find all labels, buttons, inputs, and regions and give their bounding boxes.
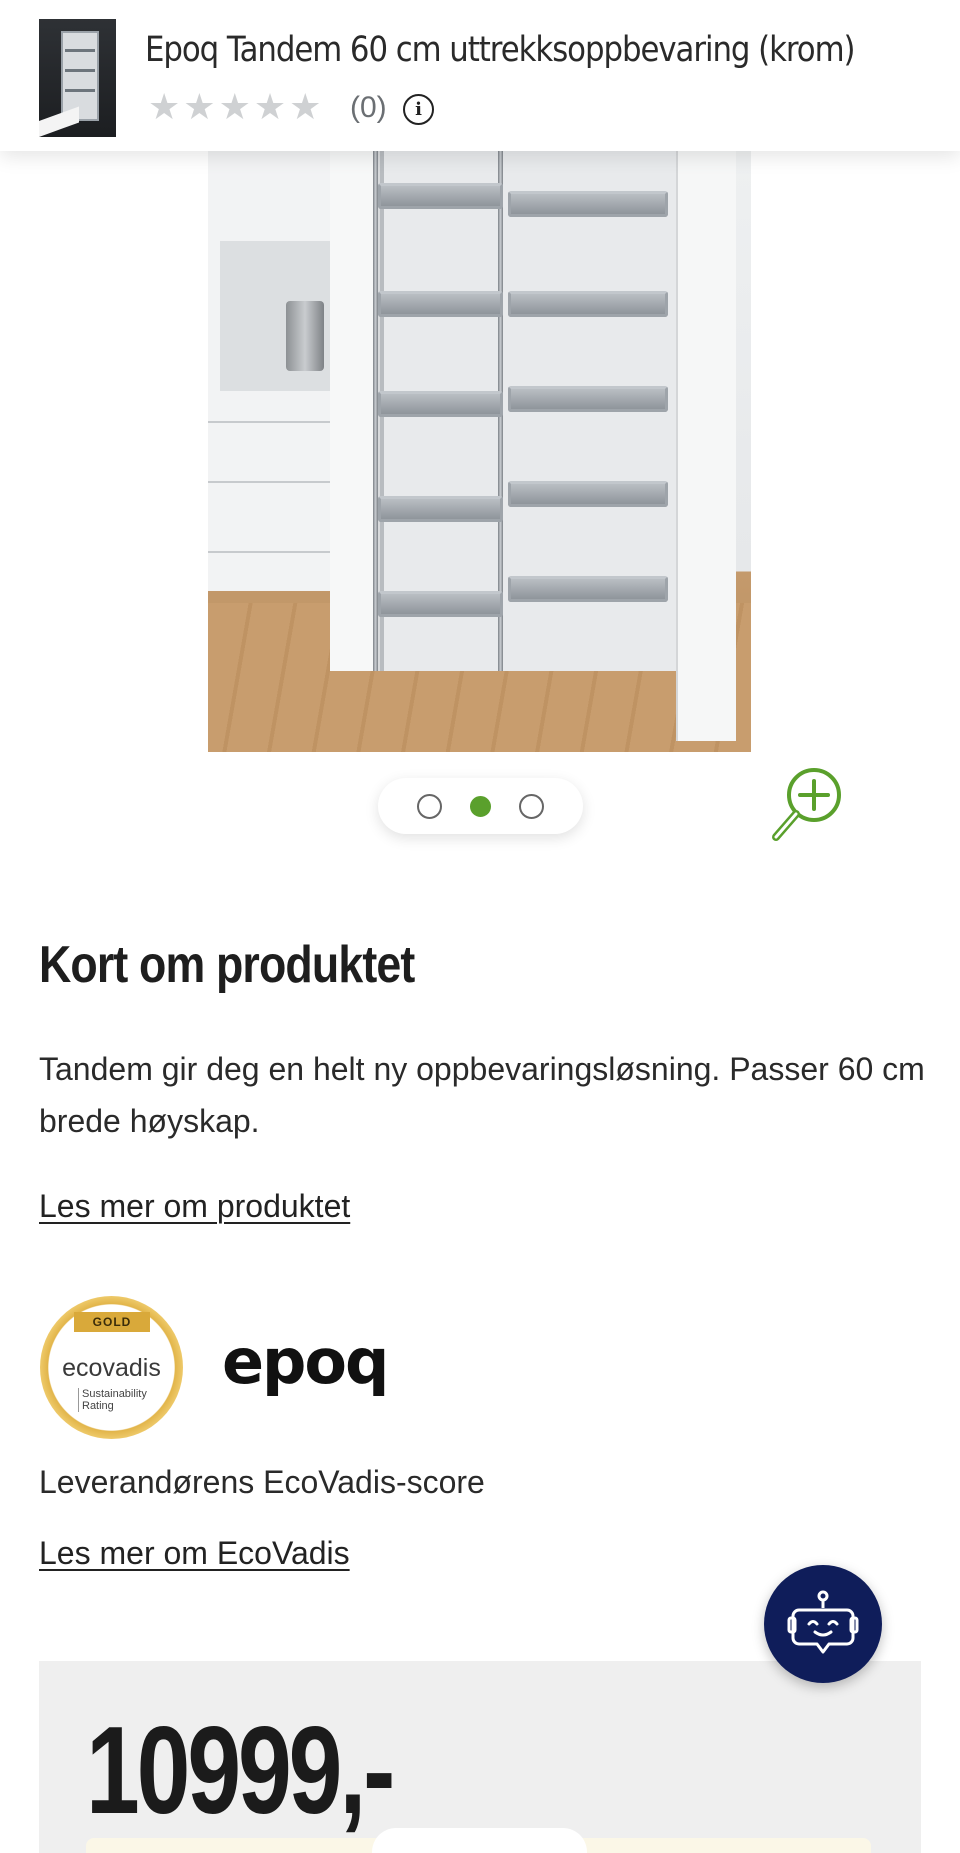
star-icon: ★: [183, 86, 216, 127]
door-tray: [378, 591, 503, 617]
carousel-dot-1[interactable]: [417, 793, 442, 819]
drawer-line: [208, 421, 333, 423]
thumbnail-shelf: [65, 69, 95, 72]
info-circle-icon[interactable]: i: [403, 94, 434, 125]
read-more-product-link[interactable]: Les mer om produktet: [39, 1188, 350, 1225]
product-title: Epoq Tandem 60 cm uttrekksoppbevaring (k…: [145, 30, 856, 70]
read-more-ecovadis-link[interactable]: Les mer om EcoVadis: [39, 1535, 350, 1572]
inner-tray: [508, 191, 668, 217]
sticky-product-header: Epoq Tandem 60 cm uttrekksoppbevaring (k…: [0, 0, 960, 151]
review-count[interactable]: (0): [350, 91, 387, 125]
ecovadis-caption: Leverandørens EcoVadis-score: [39, 1464, 485, 1500]
star-icon: ★: [289, 86, 322, 127]
section-title: Kort om produktet: [39, 936, 415, 994]
star-icon: ★: [218, 86, 251, 127]
product-image-gallery: [0, 151, 960, 851]
epoq-logo: epoq: [222, 1325, 389, 1398]
rating-stars[interactable]: ★ ★ ★ ★ ★: [148, 88, 321, 126]
inner-tray: [508, 291, 668, 317]
cabinet-side: [676, 151, 736, 741]
bottom-pill: [372, 1828, 587, 1853]
door-tray: [378, 183, 503, 209]
badge-subtitle: Sustainability Rating: [78, 1388, 147, 1412]
zoom-in-icon[interactable]: [768, 757, 858, 847]
thumbnail-shelf: [65, 49, 95, 52]
kitchen-wall: [208, 151, 338, 591]
badge-brand: ecovadis: [62, 1354, 161, 1382]
drawer-line: [208, 481, 333, 483]
inner-tray: [508, 576, 668, 602]
carousel-dot-3[interactable]: [519, 793, 544, 819]
star-icon: ★: [253, 86, 287, 127]
inner-tray: [508, 386, 668, 412]
chatbot-robot-icon: [787, 1590, 859, 1654]
star-icon: ★: [148, 86, 181, 127]
ecovadis-gold-badge: GOLD ecovadis Sustainability Rating: [40, 1296, 183, 1439]
product-image[interactable]: [208, 151, 751, 752]
door-tray: [378, 391, 503, 417]
price: 10999,-: [86, 1702, 395, 1840]
thumbnail-shelf: [65, 89, 95, 92]
thumbnail-cabinet: [61, 31, 99, 121]
coffee-machine: [286, 301, 324, 371]
thumbnail-highlight: [39, 106, 79, 137]
badge-sub-line2: Rating: [82, 1400, 114, 1412]
door-tray: [378, 291, 503, 317]
badge-sub-line1: Sustainability: [82, 1388, 147, 1400]
carousel-dot-2[interactable]: [470, 795, 491, 817]
chatbot-button[interactable]: [764, 1565, 882, 1683]
carousel-pagination: [378, 778, 583, 834]
inner-tray: [508, 481, 668, 507]
door-tray: [378, 496, 503, 522]
product-thumbnail[interactable]: [39, 19, 116, 137]
badge-ribbon: GOLD: [74, 1312, 150, 1332]
drawer-line: [208, 551, 333, 553]
product-description: Tandem gir deg en helt ny oppbevaringslø…: [39, 1051, 925, 1139]
